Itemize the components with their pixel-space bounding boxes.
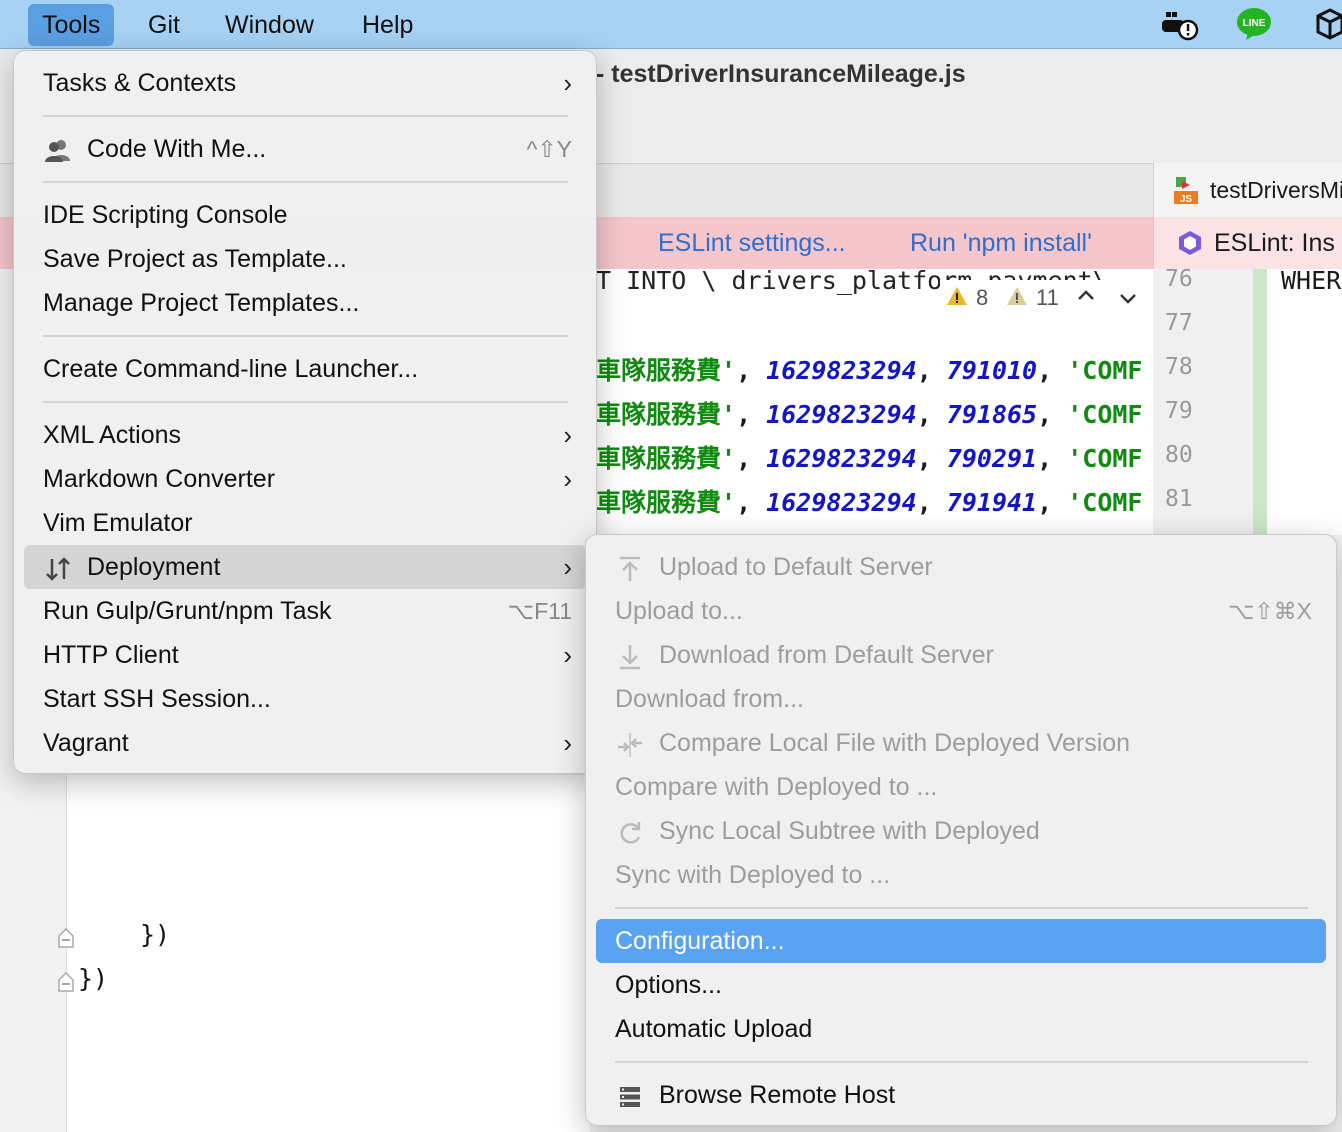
menu-item-sync-with[interactable]: Sync with Deployed to ... <box>596 853 1326 897</box>
chevron-right-icon: › <box>563 640 572 670</box>
chevron-right-icon: › <box>563 464 572 494</box>
menu-item-download-default[interactable]: Download from Default Server <box>596 633 1326 677</box>
right-notice-bar: ESLint: Ins <box>1153 217 1342 269</box>
menu-item-compare-with[interactable]: Compare with Deployed to ... <box>596 765 1326 809</box>
inspection-widget: 8 11 <box>940 280 1150 318</box>
lower-editor[interactable] <box>0 775 590 1132</box>
right-notice-text: ESLint: Ins <box>1214 229 1335 257</box>
menu-item-ssh-session[interactable]: Start SSH Session... <box>24 677 586 721</box>
menu-item-vim-emulator[interactable]: Vim Emulator <box>24 501 586 545</box>
shortcut-label: ⌥⇧⌘X <box>1227 598 1312 624</box>
line-icon[interactable]: LINE <box>1234 6 1274 42</box>
menu-item-options[interactable]: Options... <box>596 963 1326 1007</box>
warning-icon <box>946 286 968 312</box>
weak-warning-count: 11 <box>1036 285 1059 310</box>
menu-item-sync-local[interactable]: Sync Local Subtree with Deployed <box>596 809 1326 853</box>
shortcut-label: ⌥F11 <box>507 598 572 624</box>
menu-separator <box>43 335 568 337</box>
fold-icon[interactable] <box>58 927 74 953</box>
eslint-icon <box>1176 229 1204 262</box>
menu-item-automatic-upload[interactable]: Automatic Upload <box>596 1007 1326 1051</box>
menu-item-configuration[interactable]: Configuration... <box>596 919 1326 963</box>
tab-right-label: testDriversMi <box>1210 177 1342 203</box>
chevron-down-icon[interactable] <box>1118 288 1138 314</box>
weak-warning-icon <box>1006 286 1028 312</box>
menu-item-command-line-launcher[interactable]: Create Command-line Launcher... <box>24 347 586 391</box>
deploy-arrows-icon <box>44 553 72 581</box>
chevron-right-icon: › <box>563 728 572 758</box>
menu-separator <box>43 181 568 183</box>
code-line: 車隊服務費', 1629823294, 791865, 'COMF <box>596 400 1143 429</box>
users-icon <box>44 135 72 163</box>
window-title: - testDriverInsuranceMileage.js <box>596 60 966 88</box>
download-icon <box>616 641 644 670</box>
code-line: 車隊服務費', 1629823294, 791941, 'COMF <box>596 488 1143 517</box>
code-brace: }) <box>140 920 171 949</box>
shortcut-label: ^⇧Y <box>526 136 572 162</box>
menu-separator <box>43 115 568 117</box>
line-number: 81 <box>1165 486 1193 512</box>
right-editor[interactable]: WHER <box>1253 266 1342 535</box>
compare-icon <box>616 729 644 757</box>
sync-icon <box>616 817 644 845</box>
line-number: 79 <box>1165 398 1193 424</box>
menu-item-deployment[interactable]: Deployment › <box>24 545 586 589</box>
chevron-up-icon[interactable] <box>1076 286 1096 312</box>
menu-item-tasks-contexts[interactable]: Tasks & Contexts › <box>24 61 586 105</box>
menu-tools[interactable]: Tools <box>28 4 115 46</box>
server-list-icon <box>616 1081 644 1109</box>
code-line: 車隊服務費', 1629823294, 791010, 'COMF <box>596 356 1143 385</box>
menu-help[interactable]: Help <box>348 4 427 46</box>
line-number: 76 <box>1165 266 1193 292</box>
line-number: 77 <box>1165 310 1193 336</box>
menu-item-compare-local[interactable]: Compare Local File with Deployed Version <box>596 721 1326 765</box>
menu-separator <box>615 907 1308 909</box>
menu-window[interactable]: Window <box>211 4 328 46</box>
line-label: LINE <box>1243 18 1266 29</box>
line-number: 80 <box>1165 442 1193 468</box>
chevron-right-icon: › <box>563 68 572 98</box>
deployment-submenu: Upload to Default Server Upload to... ⌥⇧⌘… <box>585 534 1337 1126</box>
menu-item-download-from[interactable]: Download from... <box>596 677 1326 721</box>
menu-item-http-client[interactable]: HTTP Client › <box>24 633 586 677</box>
fold-icon[interactable] <box>58 971 74 997</box>
chevron-right-icon: › <box>563 420 572 450</box>
menu-separator <box>615 1061 1308 1063</box>
code-brace: }) <box>78 964 109 993</box>
chevron-right-icon: › <box>563 552 572 582</box>
warning-count: 8 <box>976 285 989 310</box>
menu-item-code-with-me[interactable]: Code With Me... ^⇧Y <box>24 127 586 171</box>
tools-menu: Tasks & Contexts › Code With Me... ^⇧Y IDE… <box>13 50 597 774</box>
menu-git[interactable]: Git <box>134 4 194 46</box>
menu-item-vagrant[interactable]: Vagrant › <box>24 721 586 765</box>
eslint-settings-link[interactable]: ESLint settings... <box>658 229 846 258</box>
menu-item-upload-default[interactable]: Upload to Default Server <box>596 545 1326 589</box>
menu-item-upload-to[interactable]: Upload to... ⌥⇧⌘X <box>596 589 1326 633</box>
lower-gutter <box>0 775 67 1132</box>
right-code-text: WHER <box>1281 266 1342 295</box>
menu-item-ide-scripting-console[interactable]: IDE Scripting Console <box>24 193 586 237</box>
line-number: 78 <box>1165 354 1193 380</box>
menu-item-markdown-converter[interactable]: Markdown Converter › <box>24 457 586 501</box>
menu-separator <box>43 401 568 403</box>
menu-item-browse-remote-host[interactable]: Browse Remote Host <box>596 1073 1326 1117</box>
code-line: 車隊服務費', 1629823294, 790291, 'COMF <box>596 444 1143 473</box>
box-icon[interactable] <box>1312 6 1342 42</box>
upload-icon <box>616 553 644 581</box>
tab-right-file[interactable]: JS testDriversMi <box>1153 163 1342 217</box>
menu-item-manage-templates[interactable]: Manage Project Templates... <box>24 281 586 325</box>
menu-bar: Tools Git Window Help LINE <box>0 0 1342 49</box>
js-file-icon: JS <box>1172 175 1200 205</box>
docker-icon[interactable] <box>1160 6 1200 42</box>
menu-item-save-project-template[interactable]: Save Project as Template... <box>24 237 586 281</box>
npm-install-link[interactable]: Run 'npm install' <box>910 229 1092 258</box>
menu-item-run-gulp-task[interactable]: Run Gulp/Grunt/npm Task ⌥F11 <box>24 589 586 633</box>
js-badge: JS <box>1180 194 1193 205</box>
menu-item-xml-actions[interactable]: XML Actions › <box>24 413 586 457</box>
